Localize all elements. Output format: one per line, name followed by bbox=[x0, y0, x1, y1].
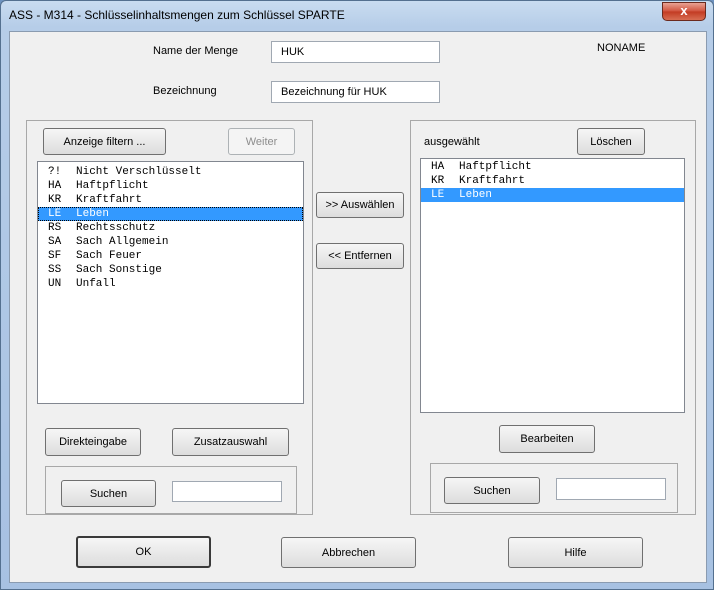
list-item-text: Nicht Verschlüsselt bbox=[76, 166, 202, 178]
help-button[interactable]: Hilfe bbox=[508, 537, 643, 568]
list-item[interactable]: RS Rechtsschutz bbox=[38, 221, 303, 235]
next-button[interactable]: Weiter bbox=[228, 128, 295, 155]
list-item[interactable]: ?! Nicht Verschlüsselt bbox=[38, 165, 303, 179]
available-panel: Anzeige filtern ... Weiter ?! Nicht Versc… bbox=[26, 120, 313, 515]
remove-button[interactable]: << Entfernen bbox=[316, 243, 404, 269]
list-item-text: Leben bbox=[459, 189, 493, 201]
list-item-code: UN bbox=[48, 278, 62, 290]
list-item[interactable]: KR Kraftfahrt bbox=[421, 174, 684, 188]
list-item[interactable]: HA Haftpflicht bbox=[421, 160, 684, 174]
list-item-code: SS bbox=[48, 264, 62, 276]
list-item[interactable]: LE Leben bbox=[421, 188, 684, 202]
direct-entry-button[interactable]: Direkteingabe bbox=[45, 428, 141, 456]
right-search-group: Suchen bbox=[430, 463, 678, 513]
window-title: ASS - M314 - Schlüsselinhaltsmengen zum … bbox=[9, 8, 345, 22]
right-search-button[interactable]: Suchen bbox=[444, 477, 540, 504]
available-listbox[interactable]: ?! Nicht Verschlüsselt HA Haftpflicht KR Kraf… bbox=[37, 161, 304, 404]
cancel-button[interactable]: Abbrechen bbox=[281, 537, 416, 568]
description-field[interactable]: Bezeichnung für HUK bbox=[271, 81, 440, 103]
list-item[interactable]: SA Sach Allgemein bbox=[38, 235, 303, 249]
list-item-code: LE bbox=[48, 208, 62, 220]
name-field[interactable]: HUK bbox=[271, 41, 440, 63]
close-icon: x bbox=[680, 3, 688, 18]
extra-selection-button[interactable]: Zusatzauswahl bbox=[172, 428, 289, 456]
selected-listbox[interactable]: HA Haftpflicht KR Kraftfahrt LE Leben bbox=[420, 158, 685, 413]
list-item-text: Kraftfahrt bbox=[76, 194, 143, 206]
list-item-code: KR bbox=[431, 175, 445, 187]
list-item-text: Leben bbox=[76, 208, 110, 220]
list-item-code: HA bbox=[48, 180, 62, 192]
name-label: Name der Menge bbox=[153, 45, 238, 57]
list-item-text: Sach Feuer bbox=[76, 250, 143, 262]
filter-button[interactable]: Anzeige filtern ... bbox=[43, 128, 166, 155]
list-item-code: LE bbox=[431, 189, 445, 201]
left-search-group: Suchen bbox=[45, 466, 297, 514]
list-item-code: KR bbox=[48, 194, 62, 206]
list-item-text: Kraftfahrt bbox=[459, 175, 526, 187]
list-item-code: SA bbox=[48, 236, 62, 248]
list-item-text: Haftpflicht bbox=[76, 180, 149, 192]
list-item[interactable]: LE Leben bbox=[38, 207, 303, 221]
list-item[interactable]: KR Kraftfahrt bbox=[38, 193, 303, 207]
description-label: Bezeichnung bbox=[153, 85, 217, 97]
list-item-code: SF bbox=[48, 250, 62, 262]
left-search-input[interactable] bbox=[172, 481, 282, 502]
left-search-button[interactable]: Suchen bbox=[61, 480, 156, 507]
select-button[interactable]: >> Auswählen bbox=[316, 192, 404, 218]
close-button[interactable]: x bbox=[662, 2, 706, 21]
list-item-text: Sach Sonstige bbox=[76, 264, 162, 276]
ok-button[interactable]: OK bbox=[76, 536, 211, 568]
list-item-text: Sach Allgemein bbox=[76, 236, 169, 248]
dialog-client-area: Name der Menge HUK NONAME Bezeichnung Be… bbox=[9, 31, 707, 583]
noname-label: NONAME bbox=[597, 42, 646, 54]
title-bar[interactable]: ASS - M314 - Schlüsselinhaltsmengen zum … bbox=[1, 1, 713, 31]
dialog-window: ASS - M314 - Schlüsselinhaltsmengen zum … bbox=[0, 0, 714, 590]
list-item[interactable]: SF Sach Feuer bbox=[38, 249, 303, 263]
list-item-code: RS bbox=[48, 222, 62, 234]
list-item-code: ?! bbox=[48, 166, 62, 178]
list-item-code: HA bbox=[431, 161, 445, 173]
clear-button[interactable]: Löschen bbox=[577, 128, 645, 155]
list-item-text: Rechtsschutz bbox=[76, 222, 156, 234]
edit-button[interactable]: Bearbeiten bbox=[499, 425, 595, 453]
selected-panel: ausgewählt Löschen HA Haftpflicht KR Kraftf… bbox=[410, 120, 696, 515]
list-item-text: Haftpflicht bbox=[459, 161, 532, 173]
selected-label: ausgewählt bbox=[424, 136, 480, 148]
list-item[interactable]: SS Sach Sonstige bbox=[38, 263, 303, 277]
list-item[interactable]: HA Haftpflicht bbox=[38, 179, 303, 193]
list-item[interactable]: UN Unfall bbox=[38, 277, 303, 291]
list-item-text: Unfall bbox=[76, 278, 116, 290]
right-search-input[interactable] bbox=[556, 478, 666, 500]
